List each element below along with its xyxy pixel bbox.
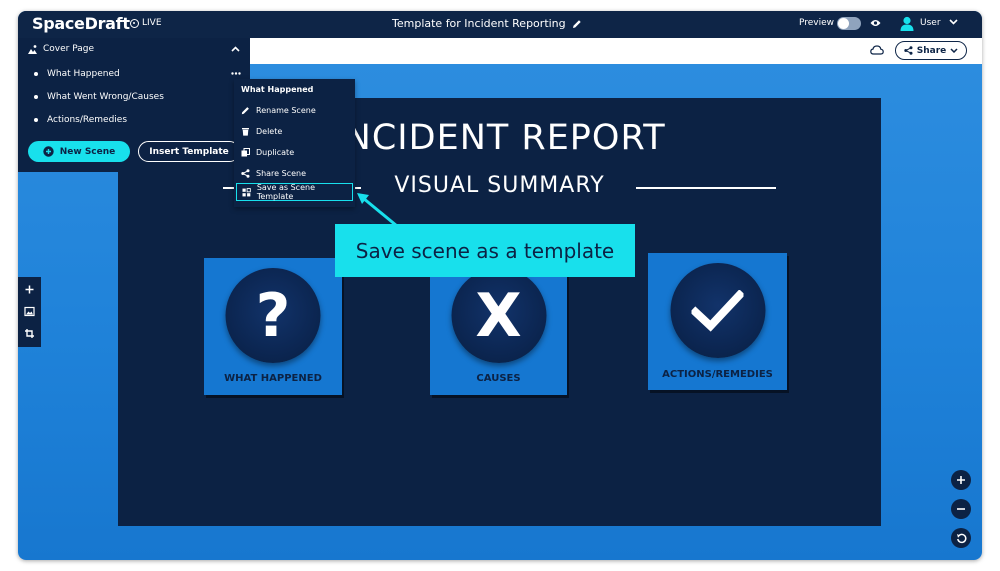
menu-item-share-scene[interactable]: Share Scene: [234, 164, 355, 182]
card-what-happened[interactable]: ? WHAT HAPPENED: [204, 258, 342, 395]
menu-item-label: Delete: [256, 126, 283, 136]
scene-context-menu: What Happened Rename Scene Delete Duplic…: [234, 79, 355, 207]
add-icon[interactable]: [24, 284, 35, 295]
share-button[interactable]: Share: [895, 41, 967, 60]
zoom-in-button[interactable]: [951, 470, 971, 490]
subtitle-rule-right: [636, 187, 776, 189]
bullet: [34, 95, 38, 99]
menu-item-label: Save as Scene Template: [256, 183, 315, 201]
card-actions-remedies[interactable]: ACTIONS/REMEDIES: [648, 253, 787, 390]
card-label: ACTIONS/REMEDIES: [662, 369, 773, 380]
cover-page-label: Cover Page: [43, 44, 95, 54]
eye-icon[interactable]: [870, 19, 881, 27]
card-label: CAUSES: [476, 373, 521, 384]
slide-subtitle[interactable]: VISUAL SUMMARY: [118, 173, 881, 198]
checkmark-glyph: [691, 289, 744, 332]
pencil-icon: [241, 106, 249, 114]
callout-box: Save scene as a template: [335, 224, 635, 277]
scene-item-what-went-wrong[interactable]: What Went Wrong/Causes: [18, 87, 250, 107]
scenes-panel: Cover Page What Happened What Went Wrong…: [18, 38, 250, 172]
bullet: [34, 118, 38, 122]
left-toolbar: [18, 277, 41, 347]
top-bar: SpaceDraft LIVE Template for Incident Re…: [18, 11, 982, 38]
cloud-sync-icon[interactable]: [870, 45, 884, 55]
preview-label: Preview: [799, 18, 835, 28]
zoom-out-button[interactable]: [951, 499, 971, 519]
preview-toggle[interactable]: [837, 17, 861, 30]
plus-icon: [957, 476, 965, 484]
live-indicator: LIVE: [130, 18, 162, 28]
image-icon[interactable]: [24, 306, 35, 317]
chevron-down-icon: [950, 48, 958, 53]
more-options-icon[interactable]: [231, 72, 241, 75]
document-title[interactable]: Template for Incident Reporting: [392, 17, 582, 30]
edit-title-icon[interactable]: [572, 19, 582, 29]
menu-item-label: Rename Scene: [256, 105, 316, 115]
insert-template-button[interactable]: Insert Template: [138, 141, 240, 162]
share-icon: [904, 46, 913, 55]
menu-item-save-as-scene-template[interactable]: Save as Scene Template: [236, 183, 353, 201]
cover-page-icon: [28, 45, 37, 54]
scene-item-actions-remedies[interactable]: Actions/Remedies: [18, 110, 250, 130]
scene-label: Actions/Remedies: [47, 115, 128, 125]
chevron-down-icon[interactable]: [949, 19, 958, 25]
share-icon: [241, 168, 250, 178]
card-causes[interactable]: X CAUSES: [430, 258, 567, 395]
plus-circle-icon: [43, 146, 54, 157]
user-label[interactable]: User: [920, 18, 941, 28]
scene-item-what-happened[interactable]: What Happened: [18, 64, 250, 84]
insert-template-label: Insert Template: [149, 146, 229, 157]
reset-icon: [956, 533, 966, 543]
chevron-up-icon[interactable]: [231, 46, 240, 52]
new-scene-button[interactable]: New Scene: [28, 141, 130, 162]
trash-icon: [242, 127, 249, 136]
menu-item-delete[interactable]: Delete: [234, 122, 355, 140]
cover-page-row[interactable]: Cover Page: [18, 38, 250, 60]
document-title-text: Template for Incident Reporting: [392, 17, 566, 30]
user-avatar-icon[interactable]: [900, 16, 914, 31]
reset-zoom-button[interactable]: [951, 528, 971, 548]
minus-icon: [957, 508, 965, 510]
live-icon: [130, 18, 139, 28]
menu-item-rename-scene[interactable]: Rename Scene: [234, 101, 355, 119]
question-mark-icon: ?: [225, 268, 321, 363]
app-logo[interactable]: SpaceDraft: [32, 14, 130, 33]
checkmark-icon: [670, 263, 765, 358]
menu-item-duplicate[interactable]: Duplicate: [234, 143, 355, 161]
live-label: LIVE: [142, 18, 162, 28]
app-window: SpaceDraft LIVE Template for Incident Re…: [18, 11, 982, 560]
menu-title: What Happened: [241, 85, 314, 94]
callout-text: Save scene as a template: [355, 238, 615, 263]
crop-icon[interactable]: [24, 328, 35, 339]
menu-item-label: Duplicate: [256, 147, 295, 157]
scene-label: What Happened: [47, 69, 120, 79]
x-mark-icon: X: [451, 268, 546, 363]
template-icon: [242, 187, 251, 196]
scene-label: What Went Wrong/Causes: [47, 92, 164, 102]
duplicate-icon: [241, 147, 250, 156]
card-label: WHAT HAPPENED: [224, 373, 322, 384]
bullet: [34, 72, 38, 76]
new-scene-label: New Scene: [59, 146, 116, 157]
menu-item-label: Share Scene: [256, 168, 307, 178]
share-label: Share: [916, 45, 947, 56]
